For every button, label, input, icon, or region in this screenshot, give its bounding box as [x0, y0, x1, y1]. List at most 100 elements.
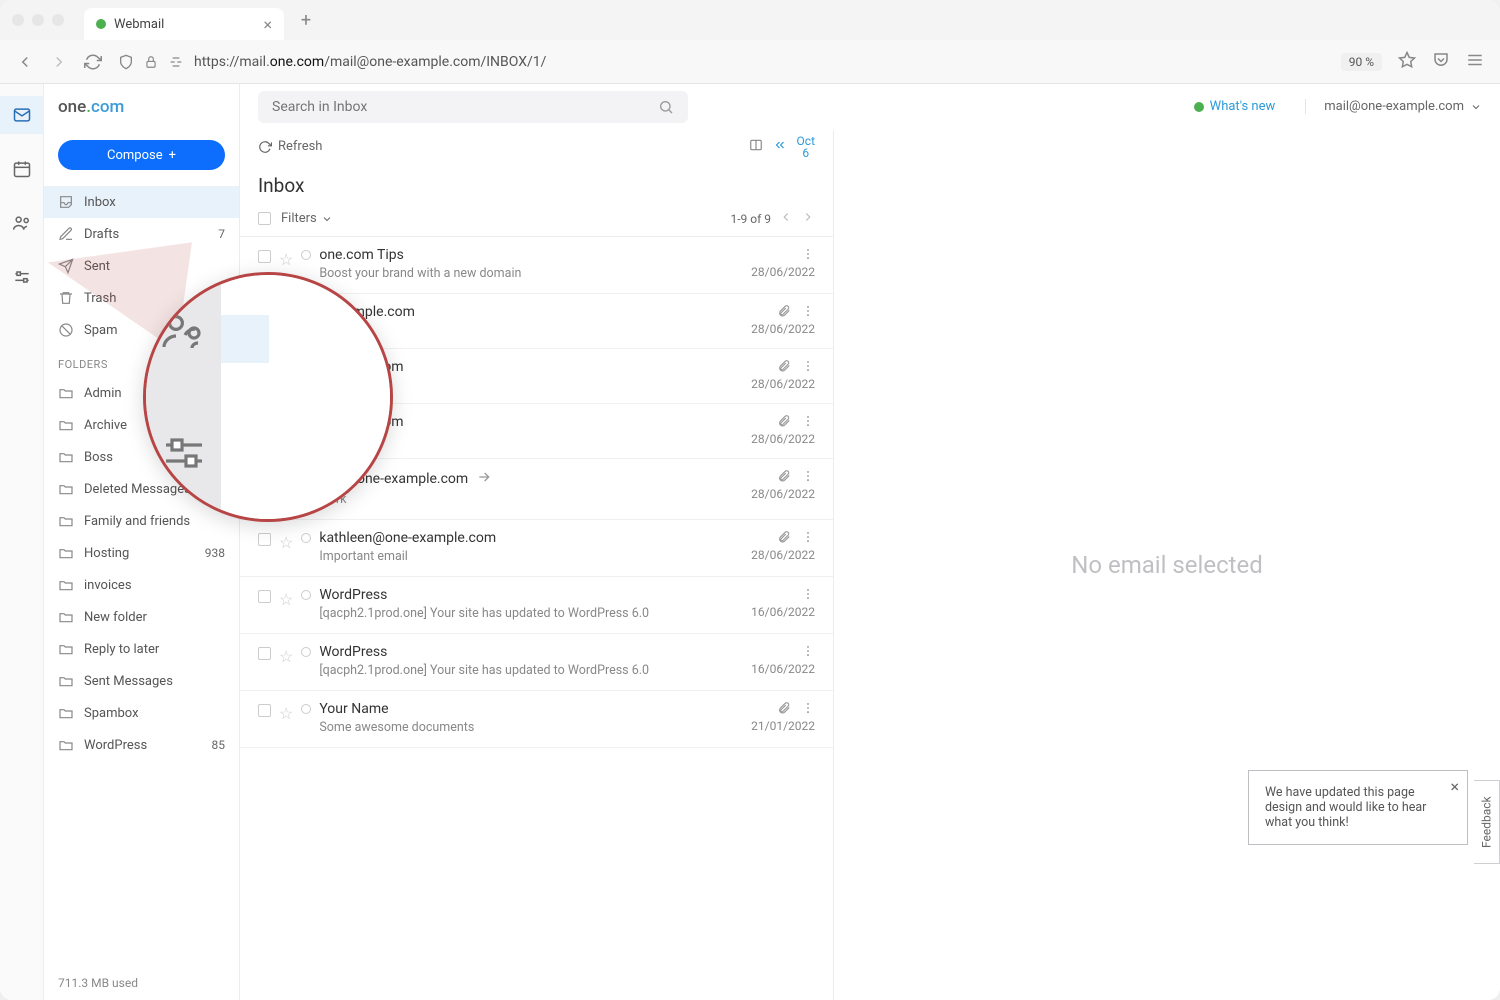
- forward-button[interactable]: [50, 53, 68, 71]
- rail-contacts[interactable]: [0, 204, 44, 242]
- new-tab-button[interactable]: +: [292, 6, 320, 34]
- sidebar-folder[interactable]: WordPress85: [44, 729, 239, 761]
- forward-arrow-icon: [476, 469, 492, 485]
- sliders-icon: [160, 429, 208, 477]
- maximize-window-icon[interactable]: [52, 14, 64, 26]
- select-checkbox[interactable]: [258, 533, 271, 546]
- url-bar: https://mail.one.com/mail@one-example.co…: [0, 40, 1500, 84]
- more-icon[interactable]: [801, 701, 815, 715]
- read-status-icon[interactable]: [301, 647, 311, 657]
- rail-calendar[interactable]: [0, 150, 44, 188]
- message-subject: Some awesome documents: [319, 720, 743, 735]
- message-from: WordPress: [319, 587, 743, 603]
- folder-label: WordPress: [84, 738, 147, 753]
- bookmark-icon[interactable]: [1398, 51, 1416, 73]
- message-row[interactable]: ☆WordPress[qacph2.1prod.one] Your site h…: [240, 577, 833, 634]
- read-status-icon[interactable]: [301, 590, 311, 600]
- message-row[interactable]: ☆kathleen@one-example.comImportant email…: [240, 520, 833, 577]
- plus-icon: +: [169, 148, 176, 163]
- sidebar-item-drafts[interactable]: Drafts7: [44, 218, 239, 250]
- feedback-popup: × We have updated this page design and w…: [1248, 770, 1468, 845]
- filters-dropdown[interactable]: Filters: [281, 211, 333, 226]
- message-row[interactable]: ☆Your NameSome awesome documents21/01/20…: [240, 691, 833, 748]
- attachment-icon: [777, 701, 791, 715]
- list-toolbar: Refresh Oct6: [240, 130, 833, 164]
- select-checkbox[interactable]: [258, 647, 271, 660]
- message-date: 16/06/2022: [751, 662, 815, 676]
- layout-toggle-icon[interactable]: [749, 138, 763, 156]
- message-row[interactable]: ☆WordPress[qacph2.1prod.one] Your site h…: [240, 634, 833, 691]
- message-subject: Important email: [319, 549, 743, 564]
- message-date: 28/06/2022: [751, 377, 815, 391]
- folder-label: Spam: [84, 323, 118, 338]
- prev-page-button[interactable]: [779, 210, 793, 227]
- shield-icon: [118, 54, 134, 70]
- sidebar-folder[interactable]: Hosting938: [44, 537, 239, 569]
- star-icon[interactable]: ☆: [279, 590, 293, 609]
- compose-button[interactable]: Compose+: [58, 140, 225, 170]
- close-popup-icon[interactable]: ×: [1450, 777, 1459, 796]
- search-input[interactable]: [272, 99, 650, 115]
- date-jump[interactable]: Oct6: [797, 135, 815, 159]
- star-icon[interactable]: ☆: [279, 533, 293, 552]
- zoom-level[interactable]: 90 %: [1341, 53, 1382, 71]
- folder-label: Drafts: [84, 227, 119, 242]
- more-icon[interactable]: [801, 587, 815, 601]
- read-status-icon[interactable]: [301, 704, 311, 714]
- select-all-checkbox[interactable]: [258, 212, 271, 225]
- folder-label: New folder: [84, 610, 147, 625]
- more-icon[interactable]: [801, 247, 815, 261]
- window-controls: [12, 14, 64, 26]
- select-checkbox[interactable]: [258, 590, 271, 603]
- star-icon[interactable]: ☆: [279, 647, 293, 666]
- next-page-button[interactable]: [801, 210, 815, 227]
- folder-label: invoices: [84, 578, 132, 593]
- browser-menu-icon[interactable]: [1466, 51, 1484, 73]
- sidebar-folder[interactable]: invoices: [44, 569, 239, 601]
- read-status-icon[interactable]: [301, 250, 311, 260]
- account-dropdown[interactable]: mail@one-example.com: [1305, 99, 1482, 114]
- chevron-down-icon: [321, 213, 333, 225]
- sidebar-folder[interactable]: Sent Messages: [44, 665, 239, 697]
- message-date: 28/06/2022: [751, 265, 815, 279]
- read-status-icon[interactable]: [301, 533, 311, 543]
- pocket-icon[interactable]: [1432, 51, 1450, 73]
- more-icon[interactable]: [801, 414, 815, 428]
- close-tab-icon[interactable]: ×: [263, 15, 272, 34]
- more-icon[interactable]: [801, 469, 815, 483]
- back-button[interactable]: [16, 53, 34, 71]
- feedback-tab[interactable]: Feedback: [1474, 780, 1500, 864]
- logo[interactable]: one.com: [58, 97, 124, 117]
- more-icon[interactable]: [801, 644, 815, 658]
- more-icon[interactable]: [801, 304, 815, 318]
- folder-label: Spambox: [84, 706, 139, 721]
- refresh-icon: [258, 140, 272, 154]
- attachment-icon: [777, 359, 791, 373]
- sidebar-folder[interactable]: New folder: [44, 601, 239, 633]
- sidebar-folder[interactable]: Reply to later: [44, 633, 239, 665]
- close-window-icon[interactable]: [12, 14, 24, 26]
- collapse-icon[interactable]: [773, 138, 787, 156]
- rail-mail[interactable]: [0, 96, 44, 134]
- star-icon[interactable]: ☆: [279, 704, 293, 723]
- rail-settings[interactable]: [0, 258, 44, 296]
- search-box[interactable]: [258, 91, 688, 123]
- more-icon[interactable]: [801, 530, 815, 544]
- select-checkbox[interactable]: [258, 250, 271, 263]
- sidebar-folder[interactable]: Spambox: [44, 697, 239, 729]
- select-checkbox[interactable]: [258, 704, 271, 717]
- reload-button[interactable]: [84, 53, 102, 71]
- star-icon[interactable]: ☆: [279, 250, 293, 269]
- message-date: 28/06/2022: [751, 548, 815, 562]
- address-box[interactable]: https://mail.one.com/mail@one-example.co…: [118, 54, 1325, 70]
- sidebar-item-inbox[interactable]: Inbox: [44, 186, 239, 218]
- minimize-window-icon[interactable]: [32, 14, 44, 26]
- browser-tab[interactable]: Webmail ×: [84, 8, 284, 40]
- refresh-button[interactable]: Refresh: [258, 139, 322, 154]
- permissions-icon: [168, 54, 184, 70]
- more-icon[interactable]: [801, 359, 815, 373]
- whats-new-link[interactable]: What's new: [1194, 99, 1276, 114]
- message-subject: [qacph2.1prod.one] Your site has updated…: [319, 663, 743, 678]
- preview-pane: No email selected: [834, 130, 1500, 1000]
- magnifier-callout: [143, 272, 393, 522]
